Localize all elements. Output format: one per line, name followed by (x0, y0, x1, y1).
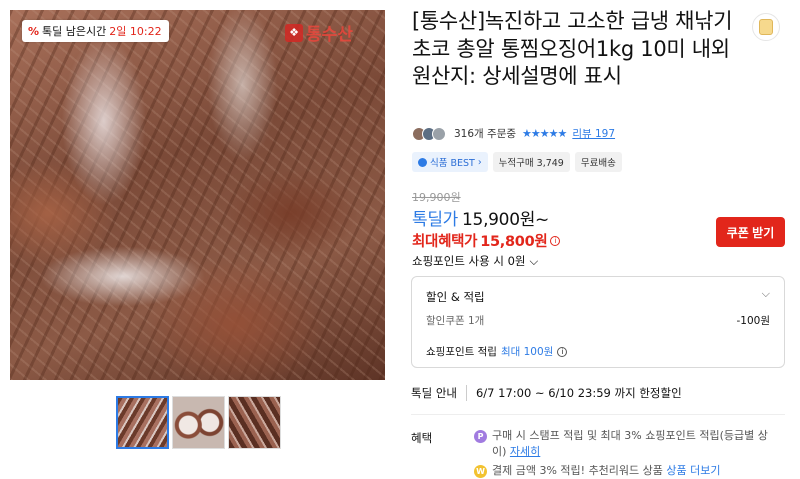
product-meta: 316개 주문중 ★★★★★ 리뷰 197 (412, 126, 615, 141)
deal-price-label: 톡딜가 (412, 210, 459, 230)
order-count: 316개 주문중 (454, 128, 517, 140)
deal-timer-time: 2일 10:22 (109, 25, 162, 38)
thumbnail-1[interactable] (116, 396, 169, 449)
best-icon (418, 157, 427, 167)
product-main-image[interactable] (10, 10, 385, 380)
coupon-value: -100원 (736, 315, 771, 327)
max-benefit-label: 최대혜택가 (412, 234, 478, 250)
deal-notice-value: 6/7 17:00 ~ 6/10 23:59 까지 한정할인 (475, 386, 682, 400)
deal-timer-label: 톡딜 남은시간 (42, 25, 107, 38)
benefit-reward-text: 결제 금액 3% 적립! 추천리워드 상품 (492, 464, 663, 477)
coupon-label: 할인쿠폰 1개 (426, 315, 485, 327)
benefit-item-reward: W 결제 금액 3% 적립! 추천리워드 상품 상품 더보기 (474, 463, 774, 479)
deal-price-value: 15,900원~ (462, 210, 549, 230)
buyer-avatars (412, 126, 446, 141)
point-icon: P (474, 430, 487, 443)
brand-watermark: ❖ 통수산 (285, 20, 353, 45)
point-earn-label: 쇼핑포인트 적립 (426, 346, 497, 358)
more-products-link[interactable]: 상품 더보기 (666, 464, 720, 477)
benefit-item-text: 구매 시 스탬프 적립 및 최대 3% 쇼핑포인트 적립(등급별 상이) 자세히 (492, 428, 774, 460)
thumbnail-3[interactable] (228, 396, 281, 449)
deal-price: 톡딜가 15,900원~ (412, 205, 549, 230)
point-usage-label: 쇼핑포인트 사용 시 0원 (412, 254, 526, 268)
discount-icon: % (28, 24, 40, 38)
product-title: [통수산]녹진하고 고소한 급냉 채낚기 초코 총알 통찜오징어1kg 10미 … (412, 9, 733, 88)
discount-box: 할인 & 적립 ⌵ 할인쿠폰 1개 -100원 쇼핑포인트 적립 최대 100원… (411, 276, 785, 368)
chevron-down-icon: ⌵ (529, 253, 539, 268)
best-badge-label: 식품 BEST (430, 158, 475, 169)
watermark-text: 통수산 (306, 25, 353, 45)
original-price: 19,900원 (412, 191, 461, 204)
thumbnail-2[interactable] (172, 396, 225, 449)
chevron-right-icon: › (477, 156, 482, 168)
rating-stars-icon: ★★★★★ (522, 127, 567, 140)
best-badge[interactable]: 식품 BEST › (412, 152, 488, 172)
deal-notice-label: 톡딜 안내 (411, 385, 467, 401)
benefits-label: 혜택 (411, 431, 433, 445)
benefit-item-text: 결제 금액 3% 적립! 추천리워드 상품 상품 더보기 (492, 463, 721, 479)
point-usage-toggle[interactable]: 쇼핑포인트 사용 시 0원 ⌵ (412, 253, 538, 269)
point-earn-line: 쇼핑포인트 적립 최대 100원 i (426, 344, 568, 359)
share-icon (759, 19, 773, 35)
deal-notice: 톡딜 안내 6/7 17:00 ~ 6/10 23:59 까지 한정할인 (411, 385, 682, 401)
point-earn-value: 최대 100원 (500, 346, 554, 358)
divider (411, 414, 785, 415)
avatar (432, 126, 446, 141)
thumbnail-strip (116, 396, 281, 449)
info-icon[interactable]: i (557, 346, 568, 357)
reward-coin-icon: W (474, 465, 487, 478)
details-link[interactable]: 자세히 (510, 445, 540, 458)
share-button[interactable] (752, 13, 780, 41)
coupon-button[interactable]: 쿠폰 받기 (716, 217, 785, 247)
benefit-item-stamp: P 구매 시 스탬프 적립 및 최대 3% 쇼핑포인트 적립(등급별 상이) 자… (474, 428, 774, 460)
product-badges: 식품 BEST › 누적구매 3,749 무료배송 (412, 152, 622, 172)
max-benefit-price: 최대혜택가 15,800원 i (412, 230, 561, 251)
review-link[interactable]: 리뷰 197 (572, 126, 615, 141)
deal-timer-badge: % 톡딜 남은시간 2일 10:22 (22, 20, 169, 42)
cumulative-badge: 누적구매 3,749 (492, 152, 570, 172)
max-benefit-value: 15,800원 (480, 234, 548, 250)
discount-box-heading: 할인 & 적립 (426, 290, 485, 304)
info-icon[interactable]: i (550, 235, 561, 246)
seal-icon: ❖ (285, 23, 303, 42)
shipping-badge: 무료배송 (574, 152, 622, 172)
chevron-down-icon[interactable]: ⌵ (762, 287, 770, 301)
